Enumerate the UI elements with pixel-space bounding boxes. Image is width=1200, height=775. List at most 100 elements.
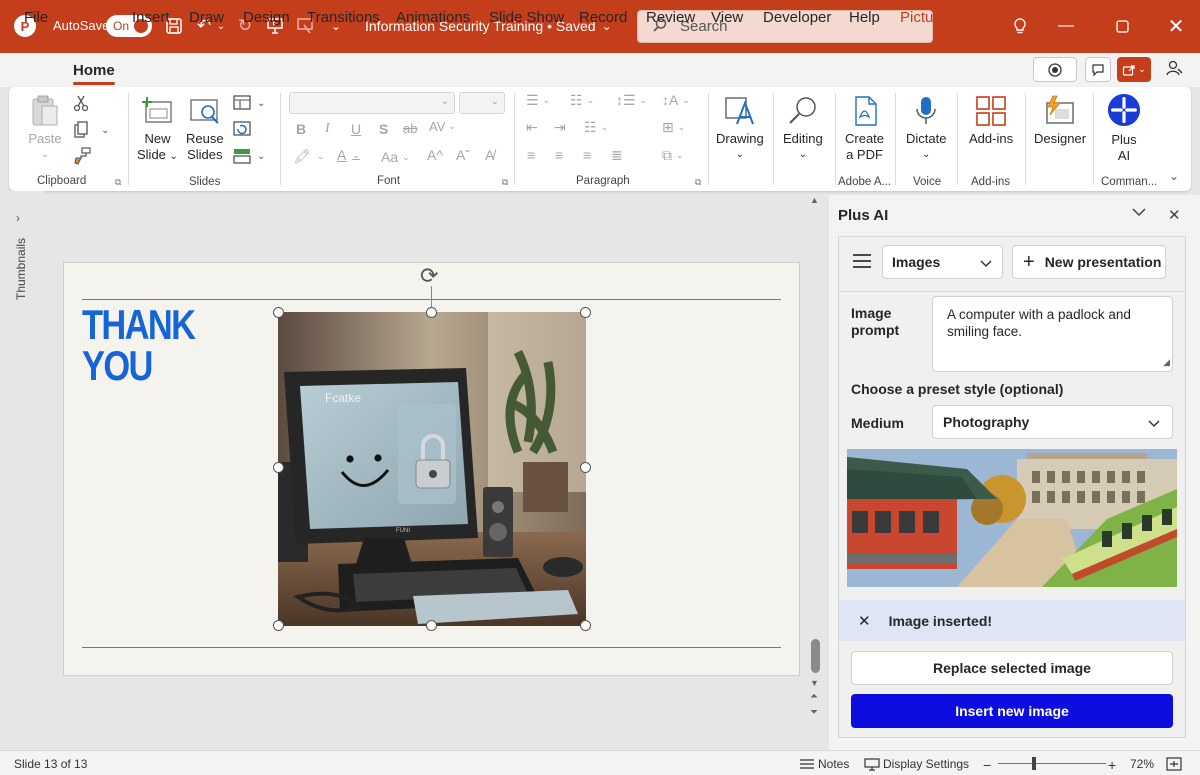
font-launcher-icon[interactable]: ⧉ <box>502 177 508 188</box>
medium-select[interactable]: Photography <box>932 405 1173 439</box>
zoom-slider-track[interactable] <box>998 763 1106 764</box>
thumbnails-label[interactable]: Thumbnails <box>14 238 28 300</box>
pane-close-icon[interactable]: ✕ <box>1168 206 1181 224</box>
record-button[interactable] <box>1033 57 1077 82</box>
underline-icon[interactable]: U <box>351 121 361 137</box>
minimize-icon[interactable]: — <box>1054 14 1078 38</box>
line-spacing-icon[interactable]: ↕☰ ⌄ <box>616 92 647 109</box>
resize-handle-ne[interactable] <box>580 307 591 318</box>
drawing-button[interactable]: Drawing ⌄ <box>716 95 764 163</box>
scroll-down-icon[interactable]: ▼ <box>810 678 819 688</box>
insert-new-image-button[interactable]: Insert new image <box>851 694 1173 728</box>
tab-transitions[interactable]: Transitions <box>307 9 380 26</box>
selected-picture[interactable]: Fcatke FUNI <box>278 312 586 626</box>
tab-help[interactable]: Help <box>849 9 880 26</box>
bullets-icon[interactable]: ☰ ⌄ <box>526 92 550 109</box>
close-window-icon[interactable]: ✕ <box>1164 14 1188 38</box>
tab-draw[interactable]: Draw <box>189 9 224 26</box>
paste-button[interactable]: Paste ⌄ <box>28 95 62 163</box>
justify-icon[interactable]: ≣ <box>611 147 623 164</box>
tab-picture-format[interactable]: Picture Format <box>900 9 998 26</box>
text-direction-icon[interactable]: ↕A ⌄ <box>662 92 690 108</box>
decrease-indent-icon[interactable]: ⇤ <box>526 119 538 136</box>
zoom-level[interactable]: 72% <box>1130 757 1154 771</box>
fit-slide-icon[interactable] <box>1166 757 1182 771</box>
clipboard-launcher-icon[interactable]: ⧉ <box>115 177 121 188</box>
zoom-slider-thumb[interactable] <box>1032 757 1036 770</box>
tab-design[interactable]: Design <box>243 9 290 26</box>
expand-thumbnails-icon[interactable]: › <box>16 211 20 225</box>
numbering-icon[interactable]: ☷ ⌄ <box>570 92 594 109</box>
scroll-up-icon[interactable]: ▲ <box>810 195 819 205</box>
align-text-icon[interactable]: ⊞ ⌄ <box>662 119 685 136</box>
resize-handle-s[interactable] <box>426 620 437 631</box>
maximize-icon[interactable] <box>1110 14 1134 38</box>
tab-developer[interactable]: Developer <box>763 9 831 26</box>
new-slide-button[interactable]: New Slide ⌄ <box>137 95 178 165</box>
new-presentation-button[interactable]: + New presentation <box>1012 245 1166 279</box>
comments-icon[interactable] <box>1085 57 1111 82</box>
bold-icon[interactable]: B <box>296 121 306 137</box>
resize-grip-icon[interactable]: ◢ <box>1163 354 1170 371</box>
scroll-thumb[interactable] <box>811 639 820 673</box>
notes-button[interactable]: Notes <box>799 757 849 771</box>
zoom-in-icon[interactable]: + <box>1108 757 1116 773</box>
smartart-icon[interactable]: ⧉ ⌄ <box>662 147 684 164</box>
vertical-scrollbar[interactable]: ▲ ▼ ⏶ ⏷ <box>808 191 824 750</box>
increase-indent-icon[interactable]: ⇥ <box>554 119 566 136</box>
pane-options-chevron-icon[interactable] <box>1131 205 1147 221</box>
image-prompt-input[interactable]: A computer with a padlock and smiling fa… <box>932 296 1173 372</box>
resize-handle-e[interactable] <box>580 462 591 473</box>
layout-icon[interactable]: ⌄ <box>233 95 265 111</box>
previous-slide-icon[interactable]: ⏶ <box>810 691 818 702</box>
display-settings-button[interactable]: Display Settings <box>864 757 969 771</box>
dictate-button[interactable]: Dictate ⌄ <box>906 95 946 163</box>
designer-button[interactable]: Designer <box>1034 95 1086 147</box>
tab-home[interactable]: Home <box>73 62 115 85</box>
highlight-icon[interactable]: 🖍 ⌄ <box>293 148 324 165</box>
italic-icon[interactable]: I <box>325 121 330 137</box>
coauthor-icon[interactable] <box>1164 59 1184 82</box>
resize-handle-n[interactable] <box>426 307 437 318</box>
align-left-icon[interactable]: ≡ <box>527 147 535 163</box>
copy-icon[interactable]: ⌄ <box>73 121 109 139</box>
add-ins-button[interactable]: Add-ins <box>969 95 1013 147</box>
tab-insert[interactable]: Insert <box>132 9 170 26</box>
editing-button[interactable]: Editing ⌄ <box>783 95 823 163</box>
tab-slide-show[interactable]: Slide Show <box>489 9 564 26</box>
resize-handle-w[interactable] <box>273 462 284 473</box>
reuse-slides-button[interactable]: Reuse Slides <box>186 95 224 163</box>
columns-icon[interactable]: ☷ ⌄ <box>584 119 608 136</box>
tab-review[interactable]: Review <box>646 9 695 26</box>
plus-ai-button[interactable]: Plus AI <box>1107 92 1141 164</box>
next-slide-icon[interactable]: ⏷ <box>810 707 818 718</box>
decrease-font-icon[interactable]: Aˇ <box>456 147 470 163</box>
clear-formatting-icon[interactable]: A̸ <box>485 147 494 163</box>
section-icon[interactable]: ⌄ <box>233 148 265 164</box>
reset-slide-icon[interactable] <box>233 121 251 137</box>
zoom-out-icon[interactable]: − <box>983 757 991 773</box>
resize-handle-nw[interactable] <box>273 307 284 318</box>
character-spacing-icon[interactable]: AV ⌄ <box>429 119 456 134</box>
resize-handle-se[interactable] <box>580 620 591 631</box>
tab-view[interactable]: View <box>711 9 743 26</box>
font-size-select[interactable]: ⌄ <box>459 92 505 114</box>
paragraph-launcher-icon[interactable]: ⧉ <box>695 177 701 188</box>
tab-file[interactable]: File <box>24 9 48 26</box>
cut-icon[interactable] <box>73 94 89 112</box>
share-button[interactable]: ⌄ <box>1117 57 1151 82</box>
slide-title[interactable]: THANK YOU <box>82 304 196 387</box>
change-case-icon[interactable]: Aa ⌄ <box>381 149 410 165</box>
align-right-icon[interactable]: ≡ <box>583 147 591 163</box>
strikethrough-icon[interactable]: ab <box>403 121 417 136</box>
align-center-icon[interactable]: ≡ <box>555 147 563 163</box>
font-family-select[interactable]: ⌄ <box>289 92 455 114</box>
tab-animations[interactable]: Animations <box>396 9 470 26</box>
ribbon-collapse-icon[interactable]: ⌄ <box>1169 169 1179 183</box>
format-painter-icon[interactable] <box>73 147 91 165</box>
dismiss-notice-icon[interactable]: ✕ <box>858 612 871 630</box>
increase-font-icon[interactable]: A^ <box>427 147 443 163</box>
mode-select[interactable]: Images <box>882 245 1003 279</box>
replace-selected-image-button[interactable]: Replace selected image <box>851 651 1173 685</box>
rotate-handle-icon[interactable]: ⟳ <box>420 263 438 289</box>
